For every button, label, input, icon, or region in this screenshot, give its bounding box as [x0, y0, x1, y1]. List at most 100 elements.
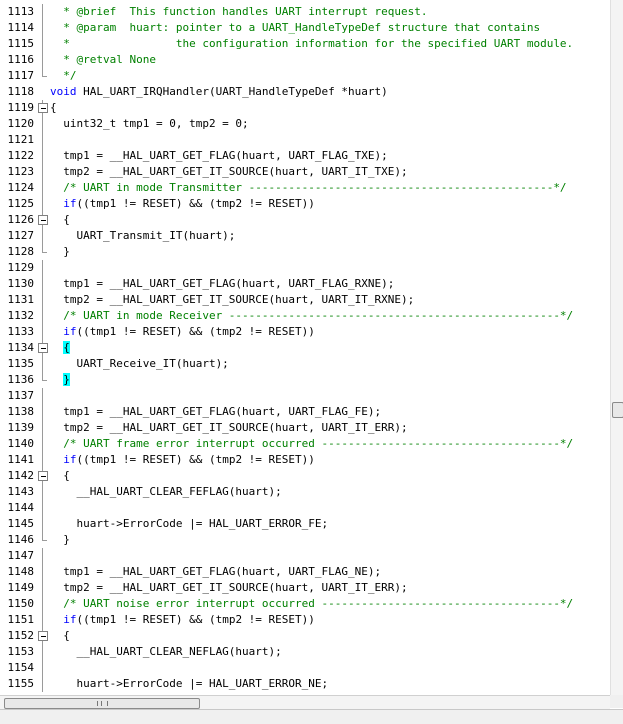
- line-number: 1133: [7, 325, 35, 338]
- line-number: 1145: [7, 517, 35, 530]
- fold-line-icon: [37, 196, 49, 212]
- code-line[interactable]: 1123 tmp2 = __HAL_UART_GET_IT_SOURCE(hua…: [0, 164, 610, 180]
- code-line[interactable]: 1151 if((tmp1 != RESET) && (tmp2 != RESE…: [0, 612, 610, 628]
- code-keyword: if: [63, 325, 77, 338]
- code-token: {: [50, 469, 70, 482]
- code-line[interactable]: 1134 {: [0, 340, 610, 356]
- code-text: * @param huart: pointer to a UART_Handle…: [50, 20, 540, 36]
- code-text: tmp1 = __HAL_UART_GET_FLAG(huart, UART_F…: [50, 148, 388, 164]
- fold-collapse-icon[interactable]: [37, 212, 49, 228]
- fold-line-icon: [37, 484, 49, 500]
- code-line[interactable]: 1118 void HAL_UART_IRQHandler(UART_Handle…: [0, 84, 610, 100]
- code-line[interactable]: 1143 __HAL_UART_CLEAR_FEFLAG(huart);: [0, 484, 610, 500]
- code-line[interactable]: 1150 /* UART noise error interrupt occur…: [0, 596, 610, 612]
- fold-line-icon: [37, 148, 49, 164]
- line-number: 1149: [7, 581, 35, 594]
- code-line[interactable]: 1146 }: [0, 532, 610, 548]
- code-line[interactable]: 1129: [0, 260, 610, 276]
- code-line[interactable]: 1121: [0, 132, 610, 148]
- vertical-scrollbar-thumb[interactable]: [612, 402, 623, 418]
- code-line[interactable]: 1153 __HAL_UART_CLEAR_NEFLAG(huart);: [0, 644, 610, 660]
- code-line[interactable]: 1116 * @retval None: [0, 52, 610, 68]
- fold-line-icon: [37, 612, 49, 628]
- code-line[interactable]: 1122 tmp1 = __HAL_UART_GET_FLAG(huart, U…: [0, 148, 610, 164]
- code-line[interactable]: 1120 uint32_t tmp1 = 0, tmp2 = 0;: [0, 116, 610, 132]
- code-lines[interactable]: 1113 * @brief This function handles UART…: [0, 4, 610, 692]
- code-line[interactable]: 1152 {: [0, 628, 610, 644]
- code-line[interactable]: 1147: [0, 548, 610, 564]
- fold-collapse-icon[interactable]: [37, 468, 49, 484]
- line-number: 1135: [7, 357, 35, 370]
- fold-line-icon: [37, 324, 49, 340]
- code-line[interactable]: 1154: [0, 660, 610, 676]
- fold-line-icon: [37, 580, 49, 596]
- line-number: 1117: [7, 69, 35, 82]
- code-line[interactable]: 1119 {: [0, 100, 610, 116]
- horizontal-scrollbar[interactable]: [0, 695, 610, 709]
- code-text: }: [50, 372, 70, 388]
- code-line[interactable]: 1135 UART_Receive_IT(huart);: [0, 356, 610, 372]
- code-token: tmp2 = __HAL_UART_GET_IT_SOURCE(huart, U…: [50, 165, 408, 178]
- scrollbar-corner: [610, 695, 623, 708]
- vertical-scrollbar[interactable]: [610, 0, 623, 700]
- code-line[interactable]: 1137: [0, 388, 610, 404]
- code-text: /* UART in mode Receiver ---------------…: [50, 308, 573, 324]
- code-token: tmp1 = __HAL_UART_GET_FLAG(huart, UART_F…: [50, 405, 382, 418]
- code-line[interactable]: 1126 {: [0, 212, 610, 228]
- line-number: 1140: [7, 437, 35, 450]
- code-line[interactable]: 1145 huart->ErrorCode |= HAL_UART_ERROR_…: [0, 516, 610, 532]
- code-editor[interactable]: 1113 * @brief This function handles UART…: [0, 0, 623, 723]
- code-text: tmp2 = __HAL_UART_GET_IT_SOURCE(huart, U…: [50, 420, 407, 436]
- line-number: 1115: [7, 37, 35, 50]
- fold-collapse-icon[interactable]: [37, 628, 49, 644]
- code-line[interactable]: 1114 * @param huart: pointer to a UART_H…: [0, 20, 610, 36]
- fold-collapse-icon[interactable]: [37, 340, 49, 356]
- fold-line-icon: [37, 388, 49, 404]
- fold-collapse-icon[interactable]: [37, 100, 49, 116]
- code-line[interactable]: 1149 tmp2 = __HAL_UART_GET_IT_SOURCE(hua…: [0, 580, 610, 596]
- code-text: if((tmp1 != RESET) && (tmp2 != RESET)): [50, 324, 315, 340]
- code-line[interactable]: 1131 tmp2 = __HAL_UART_GET_IT_SOURCE(hua…: [0, 292, 610, 308]
- code-line[interactable]: 1139 tmp2 = __HAL_UART_GET_IT_SOURCE(hua…: [0, 420, 610, 436]
- horizontal-scrollbar-thumb[interactable]: [4, 698, 200, 709]
- code-line[interactable]: 1127 UART_Transmit_IT(huart);: [0, 228, 610, 244]
- code-text: __HAL_UART_CLEAR_FEFLAG(huart);: [50, 484, 281, 500]
- code-text: {: [50, 468, 70, 484]
- code-line[interactable]: 1130 tmp1 = __HAL_UART_GET_FLAG(huart, U…: [0, 276, 610, 292]
- line-number: 1141: [7, 453, 35, 466]
- code-line[interactable]: 1138 tmp1 = __HAL_UART_GET_FLAG(huart, U…: [0, 404, 610, 420]
- code-line[interactable]: 1124 /* UART in mode Transmitter -------…: [0, 180, 610, 196]
- code-line[interactable]: 1142 {: [0, 468, 610, 484]
- code-line[interactable]: 1133 if((tmp1 != RESET) && (tmp2 != RESE…: [0, 324, 610, 340]
- code-line[interactable]: 1117 */: [0, 68, 610, 84]
- code-line[interactable]: 1132 /* UART in mode Receiver ----------…: [0, 308, 610, 324]
- line-number: 1142: [7, 469, 35, 482]
- code-line[interactable]: 1155 huart->ErrorCode |= HAL_UART_ERROR_…: [0, 676, 610, 692]
- code-line[interactable]: 1141 if((tmp1 != RESET) && (tmp2 != RESE…: [0, 452, 610, 468]
- line-number: 1153: [7, 645, 35, 658]
- code-line[interactable]: 1148 tmp1 = __HAL_UART_GET_FLAG(huart, U…: [0, 564, 610, 580]
- code-line[interactable]: 1115 * the configuration information for…: [0, 36, 610, 52]
- code-token: tmp2 = __HAL_UART_GET_IT_SOURCE(huart, U…: [50, 293, 415, 306]
- fold-line-icon: [37, 164, 49, 180]
- line-number: 1154: [7, 661, 35, 674]
- code-comment: /* UART noise error interrupt occurred -…: [50, 597, 574, 610]
- code-line[interactable]: 1140 /* UART frame error interrupt occur…: [0, 436, 610, 452]
- code-line[interactable]: 1144: [0, 500, 610, 516]
- line-number: 1118: [7, 85, 35, 98]
- line-number: 1116: [7, 53, 35, 66]
- code-token: ((tmp1 != RESET) && (tmp2 != RESET)): [76, 325, 315, 338]
- line-number: 1134: [7, 341, 35, 354]
- fold-line-icon: [37, 116, 49, 132]
- code-text: {: [50, 340, 70, 356]
- code-line[interactable]: 1128 }: [0, 244, 610, 260]
- code-comment: * the configuration information for the …: [50, 37, 574, 50]
- code-line[interactable]: 1125 if((tmp1 != RESET) && (tmp2 != RESE…: [0, 196, 610, 212]
- fold-line-icon: [37, 244, 49, 260]
- code-token: ((tmp1 != RESET) && (tmp2 != RESET)): [76, 613, 315, 626]
- code-line[interactable]: 1136 }: [0, 372, 610, 388]
- code-line[interactable]: 1113 * @brief This function handles UART…: [0, 4, 610, 20]
- fold-line-icon: [37, 660, 49, 676]
